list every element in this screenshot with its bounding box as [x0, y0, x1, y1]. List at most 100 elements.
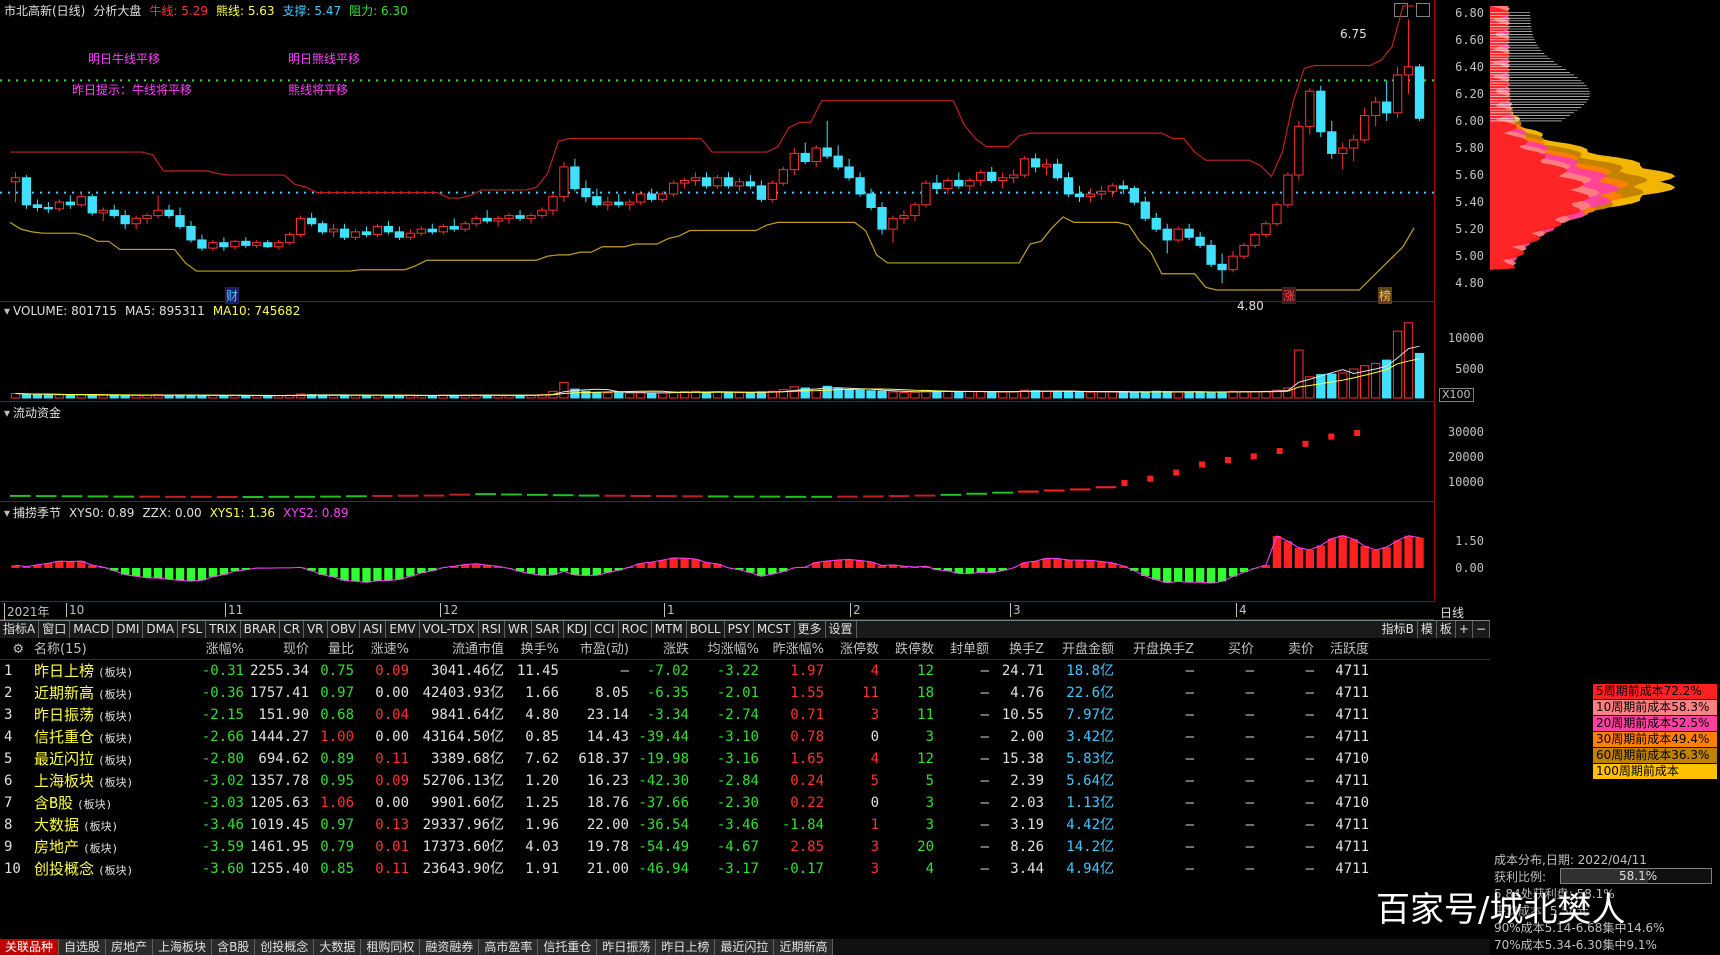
table-row[interactable]: 8 大数据 (板块) -3.46 1019.45 0.97 0.13 29337.96亿 1.9…: [0, 814, 1490, 836]
bottom-tab[interactable]: 房地产: [106, 939, 154, 955]
bottom-tab[interactable]: 高市盈率: [479, 939, 539, 955]
table-row[interactable]: 5 最近闪拉 (板块) -2.80 694.62 0.89 0.11 3389.68亿 7.62…: [0, 748, 1490, 770]
bottom-tab[interactable]: 大数据: [314, 939, 362, 955]
indicator-tab[interactable]: CCI: [591, 621, 619, 638]
indicator-tab[interactable]: DMA: [143, 621, 179, 638]
sector-name-cell[interactable]: 大数据 (板块): [30, 814, 180, 836]
table-header-cell[interactable]: 涨速%: [360, 640, 415, 659]
indicator-tab[interactable]: KDJ: [564, 621, 592, 638]
indicator-tab[interactable]: OBV: [328, 621, 361, 638]
sector-name-cell[interactable]: 创投概念 (板块): [30, 858, 180, 880]
sector-name-cell[interactable]: 上海板块 (板块): [30, 770, 180, 792]
table-header-cell[interactable]: 昨涨幅%: [765, 640, 830, 659]
bottom-tab[interactable]: 关联品种: [0, 939, 60, 955]
table-header-cell[interactable]: 活跃度: [1320, 640, 1375, 659]
bottom-tab[interactable]: 含B股: [212, 939, 256, 955]
indicator-tab[interactable]: BOLL: [687, 621, 725, 638]
indicator-tab[interactable]: VR: [304, 621, 328, 638]
indicator-tab[interactable]: MTM: [652, 621, 687, 638]
sector-name-cell[interactable]: 近期新高 (板块): [30, 682, 180, 704]
table-cell: —: [980, 817, 989, 833]
table-row[interactable]: 3 昨日振荡 (板块) -2.15 151.90 0.68 0.04 9841.64亿 4.80…: [0, 704, 1490, 726]
indicator-tab[interactable]: 指标A: [0, 621, 40, 638]
indicator-tab[interactable]: PSY: [725, 621, 754, 638]
bottom-tab[interactable]: 自选股: [59, 939, 107, 955]
candle-body: [756, 185, 767, 200]
period-label[interactable]: 日线: [1440, 604, 1464, 621]
table-header-cell[interactable]: 均涨幅%: [695, 640, 765, 659]
table-header-cell[interactable]: 量比: [315, 640, 360, 659]
indicator-tab[interactable]: CR: [280, 621, 304, 638]
table-cell: 1.06: [320, 795, 354, 811]
table-header-cell[interactable]: 流通市值: [415, 640, 510, 659]
table-header-cell[interactable]: 现价: [250, 640, 315, 659]
indicator-tab[interactable]: MACD: [70, 621, 114, 638]
indicator-tab[interactable]: ROC: [619, 621, 652, 638]
table-header-cell[interactable]: 开盘金额: [1050, 640, 1120, 659]
bottom-tab[interactable]: 最近闪拉: [715, 939, 775, 955]
table-header-cell[interactable]: 名称(15): [30, 640, 180, 659]
table-header-cell[interactable]: 卖价: [1260, 640, 1320, 659]
table-header-cell[interactable]: 换手Z: [995, 640, 1050, 659]
table-header-cell[interactable]: 开盘换手Z: [1120, 640, 1200, 659]
indicator-tab[interactable]: RSI: [479, 621, 506, 638]
sector-name-cell[interactable]: 昨日上榜 (板块): [30, 660, 180, 682]
indicator-tab[interactable]: TRIX: [206, 621, 241, 638]
indicator-tab[interactable]: WR: [505, 621, 533, 638]
table-header-cell[interactable]: 跌停数: [885, 640, 940, 659]
table-row[interactable]: 9 房地产 (板块) -3.59 1461.95 0.79 0.01 17373.60亿 4.0…: [0, 836, 1490, 858]
table-row[interactable]: 10 创投概念 (板块) -3.60 1255.40 0.85 0.11 23643.90亿 1…: [0, 858, 1490, 880]
table-row[interactable]: 7 含B股 (板块) -3.03 1205.63 1.06 0.00 9901.60亿 1.25…: [0, 792, 1490, 814]
table-header-cell[interactable]: 涨跌: [635, 640, 695, 659]
bottom-tab[interactable]: 创投概念: [255, 939, 315, 955]
indicator-tab[interactable]: ASI: [360, 621, 387, 638]
indicator-tab[interactable]: 窗口: [39, 621, 71, 638]
season-bar: [175, 568, 185, 581]
table-row[interactable]: 6 上海板块 (板块) -3.02 1357.78 0.95 0.09 52706.13亿 1.…: [0, 770, 1490, 792]
table-header-cell[interactable]: 封单额: [940, 640, 995, 659]
sector-name-cell[interactable]: 房地产 (板块): [30, 836, 180, 858]
volume-bar: [1206, 391, 1216, 399]
table-header-cell[interactable]: 买价: [1200, 640, 1260, 659]
indicator-tab[interactable]: EMV: [386, 621, 420, 638]
volume-bar: [21, 393, 32, 399]
flow-mark: [449, 493, 471, 496]
bottom-tab[interactable]: 昨日上榜: [656, 939, 716, 955]
settings-gear-icon[interactable]: ⚙: [0, 640, 30, 659]
table-header-cell[interactable]: 涨停数: [830, 640, 885, 659]
indicator-tab-right[interactable]: 模: [1418, 621, 1437, 638]
indicator-tab[interactable]: 设置: [826, 621, 857, 638]
sector-name-cell[interactable]: 含B股 (板块): [30, 792, 180, 814]
indicator-tab[interactable]: FSL: [178, 621, 207, 638]
bottom-tab[interactable]: 信托重仓: [538, 939, 598, 955]
table-cell: —: [1305, 685, 1314, 701]
table-header-cell[interactable]: 市盈(动): [565, 640, 635, 659]
indicator-tab[interactable]: BRAR: [241, 621, 281, 638]
bottom-tab[interactable]: 租购同权: [361, 939, 421, 955]
indicator-tab-right[interactable]: 板: [1437, 621, 1456, 638]
indicator-tab-right[interactable]: 指标B: [1379, 621, 1418, 638]
indicator-tab[interactable]: MCST: [754, 621, 795, 638]
sector-name-cell[interactable]: 最近闪拉 (板块): [30, 748, 180, 770]
table-row[interactable]: 4 信托重仓 (板块) -2.66 1444.27 1.00 0.00 43164.50亿 0.…: [0, 726, 1490, 748]
table-header-cell[interactable]: 换手%: [510, 640, 565, 659]
bottom-tab[interactable]: 昨日振荡: [597, 939, 657, 955]
flow-mark: [242, 496, 264, 498]
bottom-tab[interactable]: 上海板块: [153, 939, 213, 955]
indicator-tab-right[interactable]: +: [1456, 621, 1473, 638]
season-bar: [1338, 535, 1347, 568]
bottom-tab[interactable]: 近期新高: [774, 939, 834, 955]
table-header-cell[interactable]: 涨幅%: [180, 640, 250, 659]
sector-name-cell[interactable]: 信托重仓 (板块): [30, 726, 180, 748]
table-cell: 1.97: [790, 663, 824, 679]
indicator-tab[interactable]: DMI: [113, 621, 144, 638]
sector-name-cell[interactable]: 昨日振荡 (板块): [30, 704, 180, 726]
bottom-tab[interactable]: 融资融券: [420, 939, 480, 955]
indicator-tab-right[interactable]: −: [1473, 621, 1490, 638]
table-row[interactable]: 2 近期新高 (板块) -0.36 1757.41 0.97 0.00 42403.93亿 1.…: [0, 682, 1490, 704]
indicator-tab[interactable]: SAR: [532, 621, 564, 638]
indicator-tab[interactable]: 更多: [795, 621, 826, 638]
table-row[interactable]: 1 昨日上榜 (板块) -0.31 2255.34 0.75 0.09 3041.46亿 11.…: [0, 660, 1490, 682]
indicator-tab[interactable]: VOL-TDX: [420, 621, 479, 638]
season-bar: [581, 568, 591, 576]
